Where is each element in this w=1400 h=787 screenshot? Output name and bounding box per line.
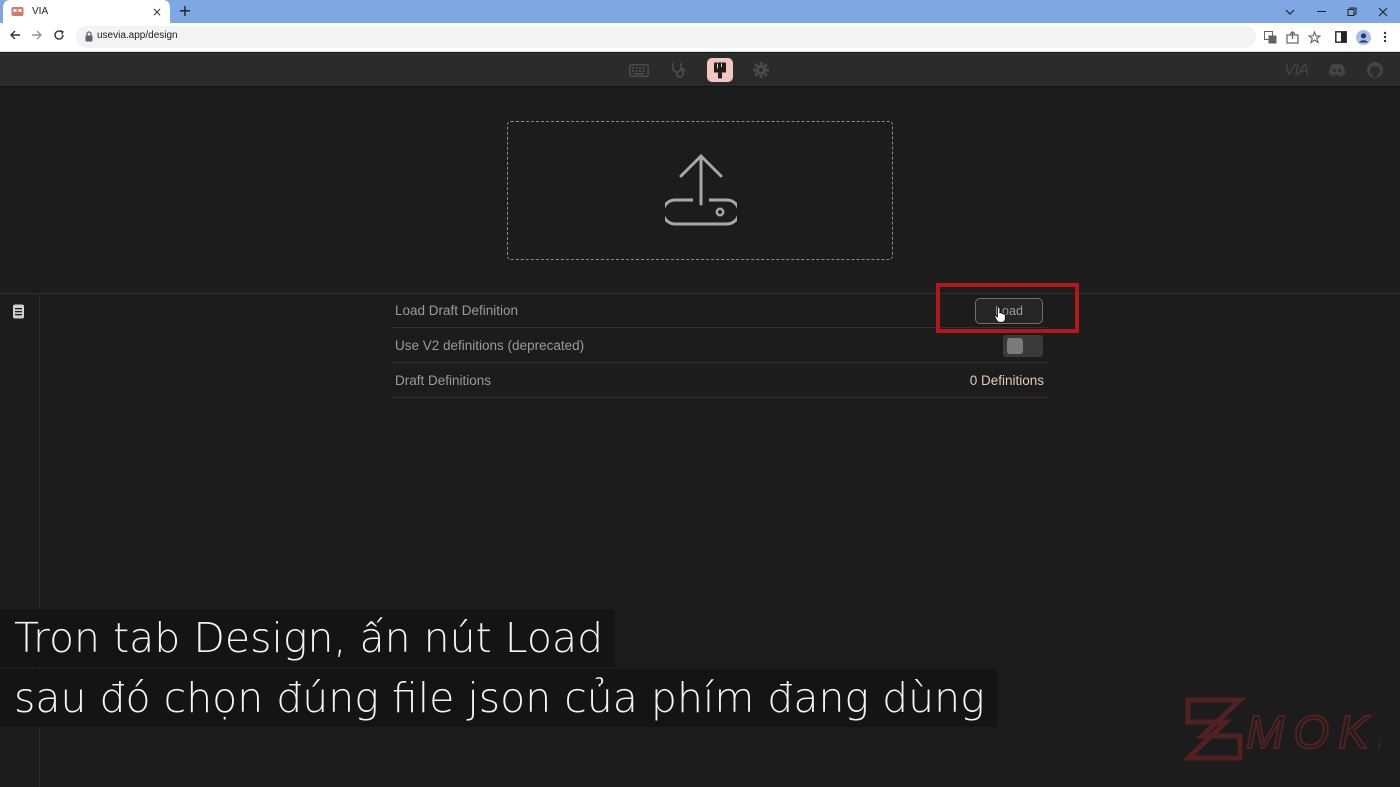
tab-title: VIA: [32, 6, 49, 17]
definition-dropzone[interactable]: [507, 121, 893, 260]
subtitle-line-2: sau đó chọn đúng file json của phím đang…: [0, 669, 997, 727]
side-panel-icon[interactable]: [1333, 29, 1349, 45]
address-bar[interactable]: usevia.app/design: [76, 26, 1376, 48]
share-icon[interactable]: [1284, 29, 1300, 45]
draft-definitions-row: Draft Definitions 0 Definitions: [391, 364, 1048, 398]
via-logo[interactable]: VIA: [1284, 60, 1309, 80]
highlight-annotation: [936, 283, 1079, 333]
draft-definitions-count: 0 Definitions: [969, 373, 1044, 388]
v2-definitions-toggle[interactable]: [1003, 335, 1043, 357]
new-tab-button[interactable]: +: [176, 2, 194, 20]
lock-icon[interactable]: [85, 31, 93, 42]
load-draft-label: Load Draft Definition: [395, 303, 519, 318]
toggle-knob: [1007, 338, 1023, 354]
forward-icon[interactable]: [29, 29, 45, 45]
gear-icon[interactable]: [748, 58, 774, 82]
hand-cursor-icon: [994, 306, 1006, 323]
v2-definitions-row: Use V2 definitions (deprecated): [391, 329, 1048, 363]
watermark-text: MOKB: [1246, 706, 1380, 758]
url-text[interactable]: usevia.app/design: [97, 30, 178, 41]
browser-toolbar: usevia.app/design: [0, 23, 1400, 52]
tab-close-icon[interactable]: ×: [152, 6, 162, 18]
bookmark-star-icon[interactable]: [1306, 29, 1322, 45]
kebab-menu-icon[interactable]: [1377, 29, 1393, 45]
reload-icon[interactable]: [51, 29, 67, 45]
screen: VIA × + usevia.app/design VIA Load Draft…: [0, 0, 1400, 787]
discord-icon[interactable]: [1324, 58, 1350, 82]
keyboard-icon[interactable]: [626, 58, 652, 82]
minimize-icon[interactable]: [1307, 0, 1337, 23]
subtitle-line-1: Tron tab Design, ấn nút Load: [0, 609, 616, 667]
close-window-icon[interactable]: [1368, 0, 1398, 23]
stethoscope-icon[interactable]: [666, 58, 692, 82]
mokb-watermark-logo: MOKB: [1184, 697, 1380, 761]
tab-search-icon[interactable]: [1275, 0, 1305, 23]
restore-icon[interactable]: [1337, 0, 1367, 23]
address-bar-background: [76, 26, 1256, 48]
github-icon[interactable]: [1362, 58, 1388, 82]
app-header: VIA: [0, 53, 1400, 87]
document-icon[interactable]: [12, 304, 26, 319]
browser-tab[interactable]: VIA ×: [3, 0, 170, 23]
draft-definitions-label: Draft Definitions: [395, 373, 492, 388]
upload-icon: [665, 154, 737, 226]
paintbrush-icon[interactable]: [707, 58, 733, 82]
back-icon[interactable]: [7, 29, 23, 45]
v2-definitions-label: Use V2 definitions (deprecated): [395, 338, 585, 353]
browser-tabstrip: VIA × +: [0, 0, 1400, 23]
translate-icon[interactable]: [1262, 29, 1278, 45]
via-favicon-icon: [11, 7, 24, 16]
profile-avatar-icon[interactable]: [1355, 29, 1371, 45]
